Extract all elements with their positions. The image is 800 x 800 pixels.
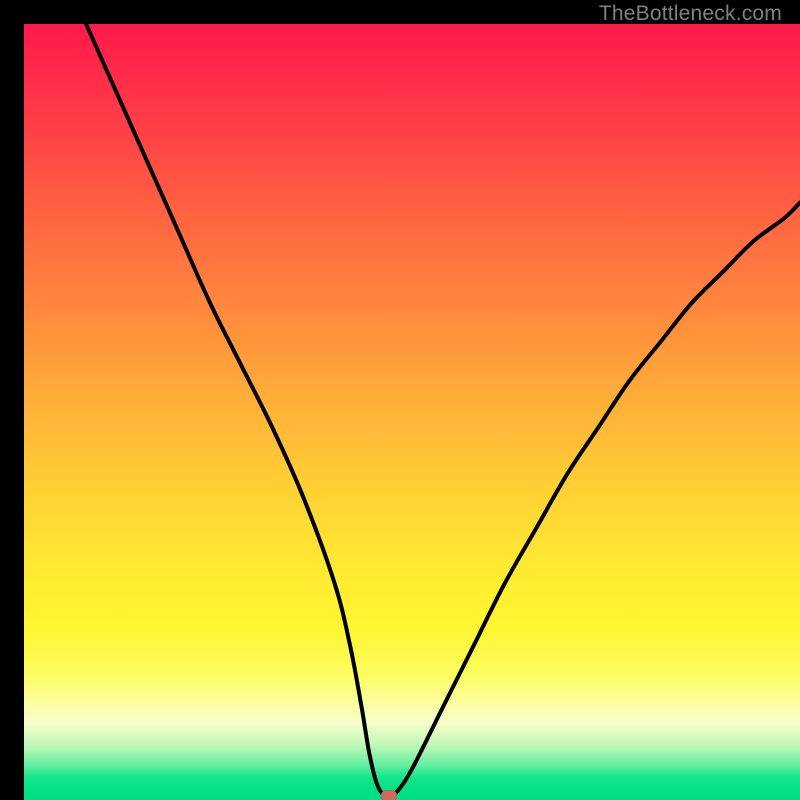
chart-frame [12, 12, 788, 788]
optimum-marker [381, 790, 397, 800]
plot-area [24, 24, 800, 800]
watermark-text: TheBottleneck.com [599, 2, 782, 26]
bottleneck-curve [24, 24, 800, 800]
